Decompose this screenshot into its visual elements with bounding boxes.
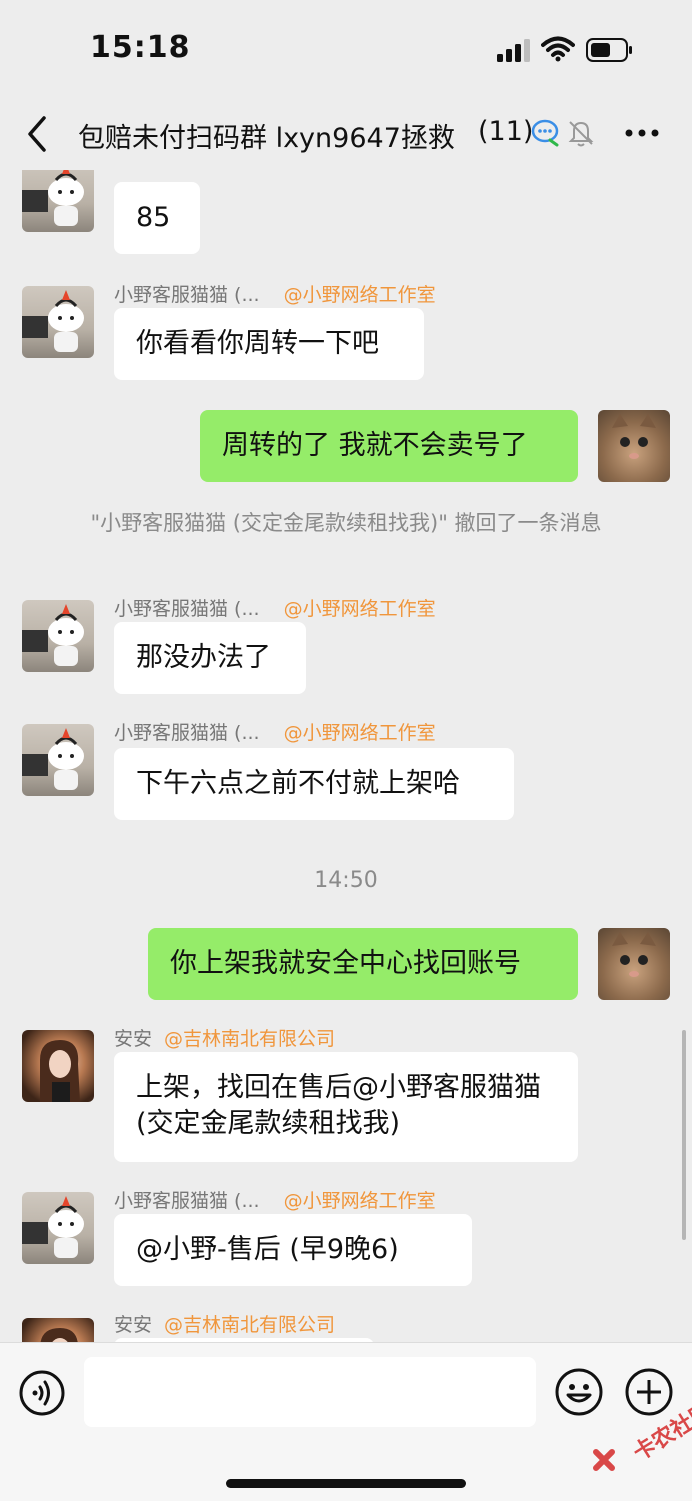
message-timestamp: 14:50 bbox=[314, 868, 378, 893]
my-message-bubble[interactable]: 你上架我就安全中心找回账号 bbox=[148, 928, 578, 1000]
cat-avatar-image bbox=[612, 932, 656, 977]
portrait-avatar-image bbox=[40, 1040, 80, 1102]
back-chevron-icon[interactable] bbox=[22, 114, 54, 154]
sender-org-tag: @小野网络工作室 bbox=[283, 598, 436, 620]
sender-nickname: 安安 bbox=[114, 1028, 153, 1050]
hello-kitty-avatar-image bbox=[22, 170, 84, 226]
avatar[interactable] bbox=[22, 724, 94, 796]
battery-icon bbox=[586, 38, 632, 62]
sender-nickname: 小野客服猫猫 (... bbox=[114, 284, 260, 306]
sender-name: 小野客服猫猫 (... @小野网络工作室 bbox=[114, 594, 436, 621]
sender-org-tag: @吉林南北有限公司 bbox=[164, 1314, 336, 1336]
avatar[interactable] bbox=[22, 286, 94, 358]
portrait-avatar-image bbox=[40, 1328, 78, 1342]
group-title[interactable]: 包赔未付扫码群 lxyn9647拯救 bbox=[78, 116, 478, 155]
avatar[interactable] bbox=[22, 1192, 94, 1264]
sender-name: 安安 @吉林南北有限公司 bbox=[114, 1024, 335, 1051]
home-indicator bbox=[226, 1479, 466, 1488]
message-input[interactable] bbox=[84, 1357, 536, 1427]
emoji-icon[interactable] bbox=[554, 1367, 604, 1417]
input-bar bbox=[0, 1342, 692, 1501]
add-more-icon[interactable] bbox=[624, 1367, 674, 1417]
status-bar: 15:18 bbox=[0, 0, 692, 100]
avatar[interactable] bbox=[22, 1030, 94, 1102]
sender-name: 小野客服猫猫 (... @小野网络工作室 bbox=[114, 280, 436, 307]
message-bubble[interactable]: 那没办法了 bbox=[114, 622, 306, 694]
sender-org-tag: @小野网络工作室 bbox=[283, 284, 436, 306]
hello-kitty-avatar-image bbox=[22, 1196, 84, 1258]
recall-notice: "小野客服猫猫 (交定金尾款续租找我)" 撤回了一条消息 bbox=[90, 511, 602, 535]
my-avatar[interactable] bbox=[598, 928, 670, 1000]
avatar[interactable] bbox=[22, 170, 94, 232]
sender-org-tag: @吉林南北有限公司 bbox=[164, 1028, 336, 1050]
voice-input-icon[interactable] bbox=[18, 1369, 66, 1417]
sender-nickname: 小野客服猫猫 (... bbox=[114, 1190, 260, 1212]
avatar[interactable] bbox=[22, 1318, 94, 1342]
message-bubble[interactable]: 你看看你周转一下吧 bbox=[114, 308, 424, 380]
hello-kitty-avatar-image bbox=[22, 290, 84, 352]
message-list[interactable]: 85 小野客服猫猫 (... @小野网络工作室 你看看你周转一下吧 周转的了 我就… bbox=[0, 170, 692, 1342]
group-chat-bubble-icon[interactable] bbox=[530, 118, 562, 148]
sender-name: 小野客服猫猫 (... @小野网络工作室 bbox=[114, 1186, 436, 1213]
sender-org-tag: @小野网络工作室 bbox=[283, 1190, 436, 1212]
chat-header: 包赔未付扫码群 lxyn9647拯救 (11) bbox=[0, 100, 692, 170]
my-message-bubble[interactable]: 周转的了 我就不会卖号了 bbox=[200, 410, 578, 482]
message-bubble[interactable]: 85 bbox=[114, 182, 200, 254]
message-bubble[interactable]: 上架，找回在售后@小野客服猫猫 (交定金尾款续租找我) bbox=[114, 1052, 578, 1162]
cat-avatar-image bbox=[612, 414, 656, 459]
sender-name: 小野客服猫猫 (... @小野网络工作室 bbox=[114, 718, 436, 745]
sender-nickname: 小野客服猫猫 (... bbox=[114, 598, 260, 620]
member-count: (11) bbox=[478, 116, 534, 147]
avatar[interactable] bbox=[22, 600, 94, 672]
scrollbar[interactable] bbox=[682, 1030, 686, 1240]
cellular-signal-icon bbox=[497, 39, 530, 62]
message-bubble[interactable]: @小野-售后 (早9晚6) bbox=[114, 1214, 472, 1286]
more-options-icon[interactable] bbox=[624, 128, 660, 138]
hello-kitty-avatar-image bbox=[22, 604, 84, 666]
sender-name: 安安 @吉林南北有限公司 bbox=[114, 1310, 335, 1337]
sender-nickname: 小野客服猫猫 (... bbox=[114, 722, 260, 744]
status-time: 15:18 bbox=[90, 30, 191, 65]
sender-org-tag: @小野网络工作室 bbox=[283, 722, 436, 744]
mute-bell-icon[interactable] bbox=[566, 118, 596, 148]
sender-nickname: 安安 bbox=[114, 1314, 153, 1336]
wifi-icon bbox=[541, 36, 575, 62]
my-avatar[interactable] bbox=[598, 410, 670, 482]
message-bubble[interactable]: 下午六点之前不付就上架哈 bbox=[114, 748, 514, 820]
hello-kitty-avatar-image bbox=[22, 728, 84, 790]
